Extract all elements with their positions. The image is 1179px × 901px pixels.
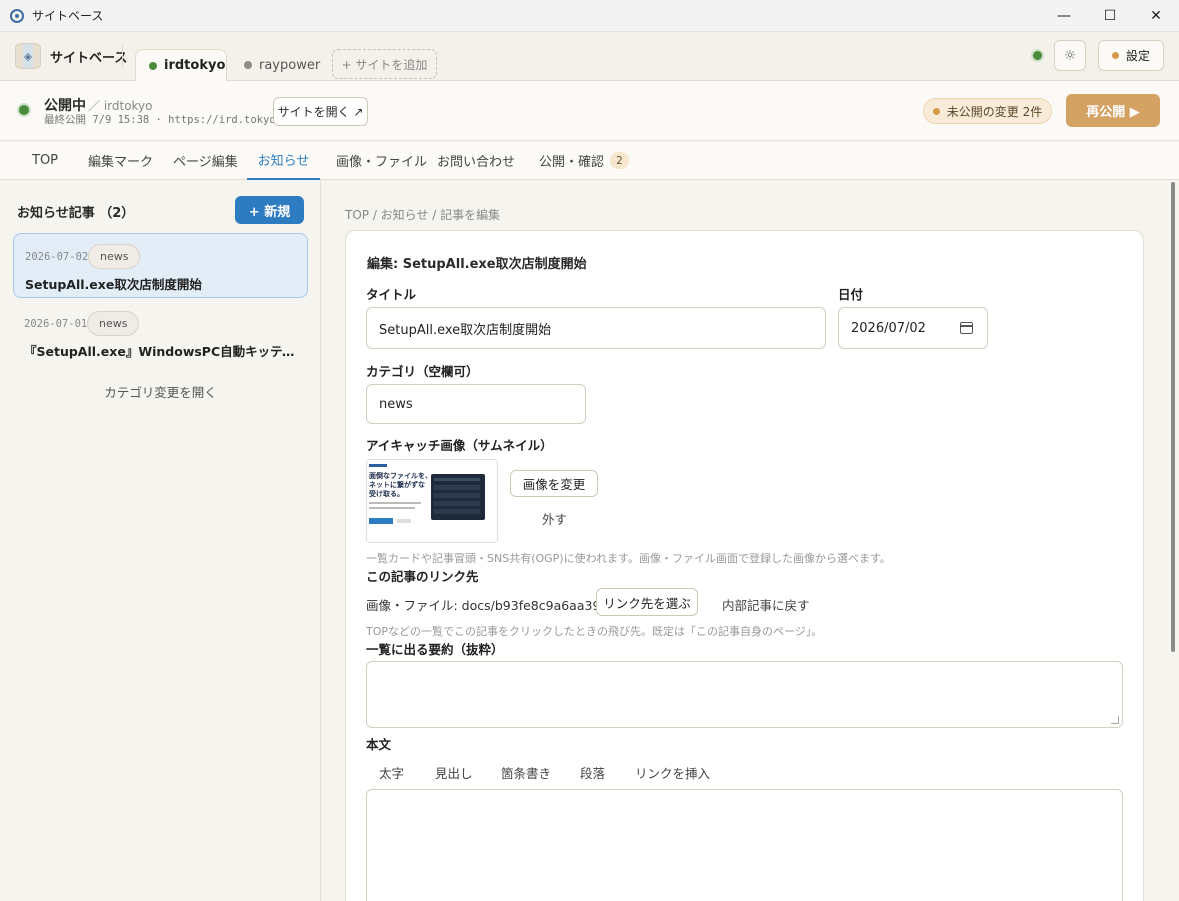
publish-count-badge: 2 xyxy=(610,152,630,169)
published-status-icon xyxy=(17,103,31,117)
app-name: サイトベース xyxy=(50,51,128,66)
site-tab-irdtokyo[interactable]: irdtokyo xyxy=(135,49,227,81)
change-image-button[interactable]: 画像を変更 xyxy=(510,470,598,497)
reset-link-button[interactable]: 内部記事に戻す xyxy=(722,595,810,614)
body-editor[interactable] xyxy=(366,789,1123,901)
minimize-button[interactable]: — xyxy=(1041,0,1087,32)
bullet-list-button[interactable]: 箇条書き xyxy=(501,763,551,782)
eyecatch-label: アイキャッチ画像（サムネイル） xyxy=(366,438,553,453)
tab-publish-label: 公開・確認 xyxy=(539,155,605,170)
settings-label: 設定 xyxy=(1125,49,1150,63)
title-label: タイトル xyxy=(366,287,417,302)
resize-handle-icon[interactable] xyxy=(1111,716,1119,724)
post-tag: news xyxy=(87,311,140,336)
open-category-link[interactable]: カテゴリ変更を開く xyxy=(0,382,321,401)
tab-publish[interactable]: 公開・確認 2 xyxy=(539,141,630,180)
settings-dot-icon xyxy=(1111,52,1119,59)
site-tab-raypower[interactable]: raypower xyxy=(244,49,320,81)
unpublished-changes-badge[interactable]: 未公開の変更 2件 xyxy=(923,98,1052,124)
post-title: SetupAll.exe取次店制度開始 xyxy=(25,277,202,292)
site-tab-label: irdtokyo xyxy=(164,58,226,73)
date-label: 日付 xyxy=(838,287,864,302)
main-tabs: TOP 編集マーク ページ編集 お知らせ 画像・ファイル お問い合わせ 公開・確… xyxy=(0,141,1179,180)
window-titlebar: サイトベース — ☐ ✕ xyxy=(0,0,1179,32)
warning-dot-icon xyxy=(932,107,940,115)
breadcrumb: TOP / お知らせ / 記事を編集 xyxy=(345,208,501,222)
eyecatch-hint: 一覧カードや記事冒頭・SNS共有(OGP)に使われます。画像・ファイル画面で登録… xyxy=(366,552,891,565)
maximize-button[interactable]: ☐ xyxy=(1087,0,1133,32)
insert-link-button[interactable]: リンクを挿入 xyxy=(635,763,710,782)
app-icon xyxy=(10,8,24,23)
list-item-post-1[interactable]: 2026-07-02 news SetupAll.exe取次店制度開始 xyxy=(13,233,308,298)
scrollbar-thumb[interactable] xyxy=(1171,182,1175,652)
link-label: この記事のリンク先 xyxy=(366,569,479,584)
theme-toggle-button[interactable]: ☼ xyxy=(1054,40,1086,71)
open-site-button[interactable]: サイトを開く ↗ xyxy=(273,97,368,126)
site-tab-label: raypower xyxy=(259,57,321,73)
edit-heading: 編集: SetupAll.exe取次店制度開始 xyxy=(367,257,587,272)
close-button[interactable]: ✕ xyxy=(1133,0,1179,32)
tab-media[interactable]: 画像・ファイル xyxy=(336,141,427,180)
window-title: サイトベース xyxy=(32,9,104,23)
connection-status-icon xyxy=(1031,49,1044,62)
republish-button[interactable]: 再公開 ▶ xyxy=(1066,94,1160,127)
site-header: 公開中 ／ irdtokyo 最終公開 7/9 15:38 · https://… xyxy=(0,81,1179,141)
eyecatch-thumbnail[interactable]: 面倒なファイルを、 ネットに繋がずな 受け取る。 xyxy=(366,459,498,543)
choose-link-button[interactable]: リンク先を選ぶ xyxy=(596,588,698,616)
sun-icon: ☼ xyxy=(1063,47,1077,64)
last-published: 最終公開 7/9 15:38 · https://ird.tokyo xyxy=(44,114,276,126)
post-date: 2026-07-01 xyxy=(24,318,88,330)
body-label: 本文 xyxy=(366,737,392,752)
add-site-button[interactable]: + サイトを追加 xyxy=(332,49,437,79)
post-tag: news xyxy=(88,244,141,269)
bold-button[interactable]: 太字 xyxy=(379,763,404,782)
tab-page-edit[interactable]: ページ編集 xyxy=(173,141,238,180)
link-hint: TOPなどの一覧でこの記事をクリックしたときの飛び先。既定は「この記事自身のペー… xyxy=(366,625,823,638)
site-logo-icon: ◈ xyxy=(15,43,41,69)
summary-textarea[interactable] xyxy=(366,661,1123,728)
edit-card: 編集: SetupAll.exe取次店制度開始 タイトル SetupAll.ex… xyxy=(345,230,1144,901)
list-item-post-2[interactable]: 2026-07-01 news 『SetupAll.exe』WindowsPC自… xyxy=(13,301,308,366)
paragraph-button[interactable]: 段落 xyxy=(580,763,605,782)
thumb-text-3: 受け取る。 xyxy=(369,489,404,498)
remove-image-button[interactable]: 外す xyxy=(542,509,567,528)
post-date: 2026-07-02 xyxy=(25,251,89,263)
title-input[interactable]: SetupAll.exe取次店制度開始 xyxy=(366,307,826,349)
news-sidebar: お知らせ記事 （2） + 新規 2026-07-02 news SetupAll… xyxy=(0,180,321,901)
category-label: カテゴリ（空欄可） xyxy=(366,364,479,379)
thumb-text-1: 面倒なファイルを、 xyxy=(369,471,432,480)
status-dot-icon xyxy=(244,61,252,69)
heading-button[interactable]: 見出し xyxy=(435,763,473,782)
site-bar: ◈ サイトベース irdtokyo raypower + サイトを追加 xyxy=(0,32,1179,81)
status-dot-icon xyxy=(149,61,157,70)
summary-label: 一覧に出る要約（抜粋） xyxy=(366,642,504,657)
divider xyxy=(122,45,123,67)
date-input[interactable]: 2026/07/02 xyxy=(838,307,988,349)
tab-top[interactable]: TOP xyxy=(32,141,58,180)
unpublished-label: 未公開の変更 2件 xyxy=(946,104,1043,119)
date-value: 2026/07/02 xyxy=(851,320,926,336)
link-target-value: 画像・ファイル: docs/b93fe8c9a6aa39da xyxy=(366,598,617,613)
post-title: 『SetupAll.exe』WindowsPC自動キッティングア… xyxy=(24,344,299,359)
calendar-icon[interactable] xyxy=(960,322,973,334)
scrollbar[interactable] xyxy=(1167,180,1179,901)
sidebar-title: お知らせ記事 （2） xyxy=(17,206,135,221)
editor-area: TOP / お知らせ / 記事を編集 編集: SetupAll.exe取次店制度… xyxy=(321,180,1179,901)
tab-edit-mark[interactable]: 編集マーク xyxy=(88,141,153,180)
settings-button[interactable]: 設定 xyxy=(1098,40,1164,71)
thumb-text-2: ネットに繋がずな xyxy=(369,480,425,489)
new-post-button[interactable]: + 新規 xyxy=(235,196,304,224)
tab-contact[interactable]: お問い合わせ xyxy=(437,141,515,180)
category-input[interactable]: news xyxy=(366,384,586,424)
tab-news[interactable]: お知らせ xyxy=(247,141,320,180)
